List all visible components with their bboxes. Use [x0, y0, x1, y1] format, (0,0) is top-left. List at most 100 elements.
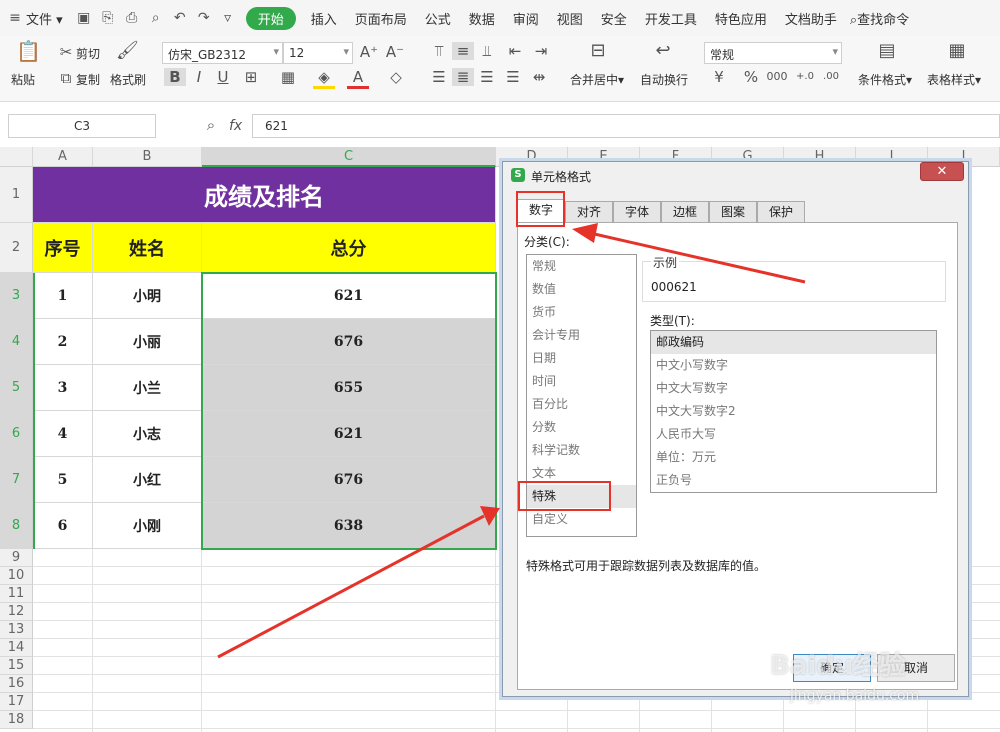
menu-file[interactable]: 文件 ▾: [24, 9, 72, 28]
cell-b8[interactable]: 小刚: [93, 503, 202, 549]
cell-a7[interactable]: 5: [33, 457, 93, 503]
category-item-accounting[interactable]: 会计专用: [527, 324, 636, 347]
row-header-1[interactable]: 1: [0, 167, 33, 223]
type-item-chinese-upper-2[interactable]: 中文大写数字2: [651, 400, 936, 423]
type-item-postal-code[interactable]: 邮政编码: [651, 331, 936, 354]
font-color-icon[interactable]: A: [347, 68, 369, 89]
title-cell[interactable]: 成绩及排名: [33, 167, 496, 223]
indent-decrease-icon[interactable]: ⇤: [504, 42, 526, 60]
tab-view[interactable]: 视图: [548, 9, 592, 28]
undo-icon[interactable]: ↶: [168, 8, 192, 28]
cell-b5[interactable]: 小兰: [93, 365, 202, 411]
paste-icon[interactable]: 📋: [16, 41, 41, 61]
print-preview-icon[interactable]: ⌕: [144, 8, 168, 28]
category-item-scientific[interactable]: 科学记数: [527, 439, 636, 462]
font-grow-icon[interactable]: A⁺: [358, 43, 380, 61]
quick-access-dropdown-icon[interactable]: ▿: [216, 8, 240, 28]
cell-a6[interactable]: 4: [33, 411, 93, 457]
percent-icon[interactable]: %: [740, 68, 762, 86]
tab-security[interactable]: 安全: [592, 9, 636, 28]
category-item-custom[interactable]: 自定义: [527, 508, 636, 531]
number-format-select[interactable]: 常规: [704, 42, 842, 64]
wrap-text-button[interactable]: 自动换行: [640, 71, 688, 88]
cell-b6[interactable]: 小志: [93, 411, 202, 457]
increase-decimal-icon[interactable]: +.0: [794, 68, 816, 86]
cell-a4[interactable]: 2: [33, 319, 93, 365]
type-item-unit-wan[interactable]: 单位：万元: [651, 446, 936, 469]
tab-alignment[interactable]: 对齐: [565, 201, 613, 223]
cell-c4[interactable]: 676: [202, 319, 496, 365]
export-icon[interactable]: ⎘: [96, 8, 120, 28]
currency-icon[interactable]: ¥: [708, 68, 730, 86]
category-item-date[interactable]: 日期: [527, 347, 636, 370]
search-command[interactable]: ⌕查找命令: [846, 9, 918, 28]
row-header-15[interactable]: 15: [0, 657, 33, 675]
underline-icon[interactable]: U: [212, 68, 234, 86]
italic-icon[interactable]: I: [188, 68, 210, 86]
type-item-sign[interactable]: 正负号: [651, 469, 936, 492]
font-name-select[interactable]: 仿宋_GB2312: [162, 42, 283, 64]
cell-b4[interactable]: 小丽: [93, 319, 202, 365]
formula-input[interactable]: 621: [252, 114, 1000, 138]
row-header-17[interactable]: 17: [0, 693, 33, 711]
tab-pattern[interactable]: 图案: [709, 201, 757, 223]
name-box[interactable]: C3: [8, 114, 156, 138]
conditional-format-icon[interactable]: ▤: [876, 42, 898, 60]
tab-developer[interactable]: 开发工具: [636, 9, 706, 28]
bold-icon[interactable]: B: [164, 68, 186, 86]
menu-hamburger-icon[interactable]: ≡: [6, 8, 24, 28]
row-header-11[interactable]: 11: [0, 585, 33, 603]
tab-font[interactable]: 字体: [613, 201, 661, 223]
category-item-fraction[interactable]: 分数: [527, 416, 636, 439]
align-right-icon[interactable]: ☰: [476, 68, 498, 86]
column-header-a[interactable]: A: [33, 147, 93, 167]
tab-protection[interactable]: 保护: [757, 201, 805, 223]
clear-icon[interactable]: ◇: [385, 68, 407, 86]
paste-button[interactable]: 粘贴: [11, 71, 35, 88]
category-item-currency[interactable]: 货币: [527, 301, 636, 324]
border-icon[interactable]: ⊞: [240, 68, 262, 86]
close-icon[interactable]: ✕: [920, 162, 964, 181]
align-middle-icon[interactable]: ≡: [452, 42, 474, 60]
save-icon[interactable]: ▣: [72, 8, 96, 28]
merge-center-button[interactable]: 合并居中▾: [570, 71, 624, 88]
select-all-corner[interactable]: [0, 147, 33, 167]
cell-c7[interactable]: 676: [202, 457, 496, 503]
column-header-b[interactable]: B: [93, 147, 202, 167]
tab-border[interactable]: 边框: [661, 201, 709, 223]
type-list[interactable]: 邮政编码 中文小写数字 中文大写数字 中文大写数字2 人民币大写 单位：万元 正…: [650, 330, 937, 493]
tab-formulas[interactable]: 公式: [416, 9, 460, 28]
cell-a8[interactable]: 6: [33, 503, 93, 549]
row-header-13[interactable]: 13: [0, 621, 33, 639]
tab-insert[interactable]: 插入: [302, 9, 346, 28]
align-bottom-icon[interactable]: ⫫: [476, 42, 498, 60]
row-header-3[interactable]: 3: [0, 273, 33, 319]
row-header-5[interactable]: 5: [0, 365, 33, 411]
cell-a5[interactable]: 3: [33, 365, 93, 411]
tab-home[interactable]: 开始: [245, 6, 296, 30]
font-shrink-icon[interactable]: A⁻: [384, 43, 406, 61]
row-header-9[interactable]: 9: [0, 549, 33, 567]
zoom-icon[interactable]: ⌕: [200, 116, 222, 134]
type-item-chinese-upper[interactable]: 中文大写数字: [651, 377, 936, 400]
fx-icon[interactable]: fx: [229, 118, 242, 134]
column-header-c[interactable]: C: [202, 147, 496, 167]
category-item-general[interactable]: 常规: [527, 255, 636, 278]
wrap-text-icon[interactable]: ↩: [652, 42, 674, 60]
cell-b3[interactable]: 小明: [93, 273, 202, 319]
category-item-time[interactable]: 时间: [527, 370, 636, 393]
copy-icon[interactable]: ⧉: [55, 69, 77, 87]
font-size-select[interactable]: 12: [283, 42, 353, 64]
cut-button[interactable]: 剪切: [76, 45, 100, 62]
row-header-12[interactable]: 12: [0, 603, 33, 621]
copy-button[interactable]: 复制: [76, 71, 100, 88]
align-left-icon[interactable]: ☰: [428, 68, 450, 86]
redo-icon[interactable]: ↷: [192, 8, 216, 28]
tab-data[interactable]: 数据: [460, 9, 504, 28]
row-header-6[interactable]: 6: [0, 411, 33, 457]
row-header-4[interactable]: 4: [0, 319, 33, 365]
cut-icon[interactable]: ✂: [55, 43, 77, 61]
cell-a3[interactable]: 1: [33, 273, 93, 319]
thousands-icon[interactable]: 000: [766, 68, 788, 86]
row-header-16[interactable]: 16: [0, 675, 33, 693]
